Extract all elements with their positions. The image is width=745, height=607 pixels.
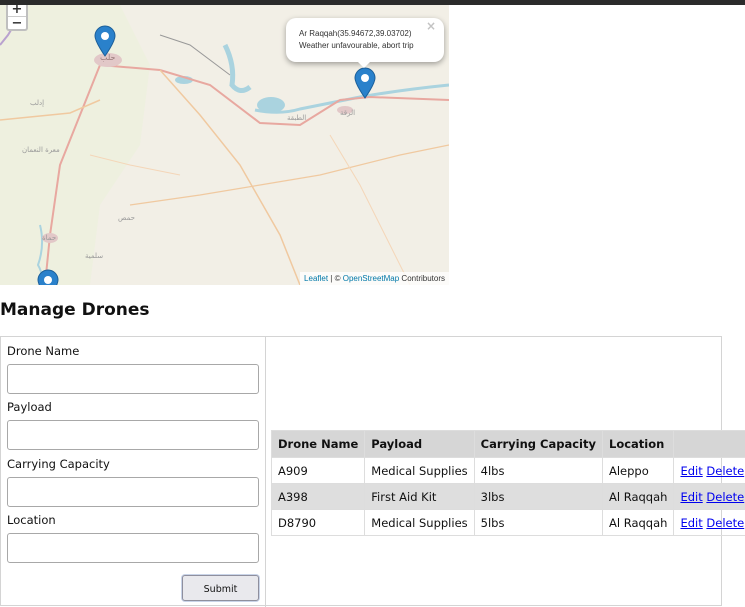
payload-label: Payload: [7, 400, 52, 414]
cell-drone-name: A909: [272, 458, 365, 484]
osm-link[interactable]: OpenStreetMap: [343, 274, 399, 283]
cell-drone-name: D8790: [272, 510, 365, 536]
zoom-out-button[interactable]: −: [8, 17, 26, 30]
cell-payload: First Aid Kit: [365, 484, 474, 510]
cell-actions: Edit Delete: [674, 484, 745, 510]
table-row: A909 Medical Supplies 4lbs Aleppo Edit D…: [272, 458, 745, 484]
map-label-hama: حماة: [42, 234, 56, 242]
cell-capacity: 3lbs: [474, 484, 602, 510]
map-pin-icon: [354, 67, 376, 99]
delete-link[interactable]: Delete: [706, 516, 744, 530]
carrying-capacity-input[interactable]: [7, 477, 259, 507]
map-popup: Ar Raqqah(35.94672,39.03702) Weather unf…: [286, 18, 444, 62]
map-label-raqqa: الرقة: [340, 109, 355, 117]
cell-location: Al Raqqah: [603, 510, 674, 536]
cell-payload: Medical Supplies: [365, 458, 474, 484]
cell-actions: Edit Delete: [674, 458, 745, 484]
col-drone-name: Drone Name: [272, 431, 365, 458]
col-location: Location: [603, 431, 674, 458]
zoom-control: + −: [6, 5, 28, 31]
map-label-tabqa: الطبقة: [287, 114, 306, 122]
map-pin-icon: [37, 269, 59, 285]
map-marker-hama[interactable]: [37, 269, 59, 285]
table-row: A398 First Aid Kit 3lbs Al Raqqah Edit D…: [272, 484, 745, 510]
payload-input[interactable]: [7, 420, 259, 450]
edit-link[interactable]: Edit: [680, 464, 702, 478]
map-label-homs: حمص: [118, 214, 135, 222]
edit-link[interactable]: Edit: [680, 516, 702, 530]
map-attribution: Leaflet | © OpenStreetMap Contributors: [300, 272, 449, 285]
map-marker-aleppo[interactable]: [94, 25, 116, 57]
cell-location: Aleppo: [603, 458, 674, 484]
col-carrying-capacity: Carrying Capacity: [474, 431, 602, 458]
drone-form: Drone Name Payload Carrying Capacity Loc…: [1, 337, 266, 607]
delete-link[interactable]: Delete: [706, 490, 744, 504]
drones-table: Drone Name Payload Carrying Capacity Loc…: [271, 430, 745, 536]
cell-actions: Edit Delete: [674, 510, 745, 536]
attribution-separator: | ©: [328, 274, 343, 283]
map-label-salamiyah: سلمية: [85, 252, 103, 260]
table-row: D8790 Medical Supplies 5lbs Al Raqqah Ed…: [272, 510, 745, 536]
col-actions: [674, 431, 745, 458]
leaflet-link[interactable]: Leaflet: [304, 274, 328, 283]
map-label-maarat: معرة النعمان: [22, 146, 60, 154]
popup-tip: [356, 60, 372, 68]
drone-name-input[interactable]: [7, 364, 259, 394]
drone-name-label: Drone Name: [7, 344, 79, 358]
carrying-capacity-label: Carrying Capacity: [7, 457, 110, 471]
cell-payload: Medical Supplies: [365, 510, 474, 536]
submit-button[interactable]: Submit: [182, 575, 259, 601]
table-header-row: Drone Name Payload Carrying Capacity Loc…: [272, 431, 745, 458]
popup-close-icon[interactable]: ×: [426, 19, 436, 33]
location-label: Location: [7, 513, 56, 527]
attribution-contributors: Contributors: [399, 274, 445, 283]
cell-capacity: 4lbs: [474, 458, 602, 484]
edit-link[interactable]: Edit: [680, 490, 702, 504]
map-marker-ar-raqqah[interactable]: [354, 67, 376, 99]
popup-message: Weather unfavourable, abort trip: [299, 40, 444, 52]
map-pin-icon: [94, 25, 116, 57]
col-payload: Payload: [365, 431, 474, 458]
page-title: Manage Drones: [0, 300, 150, 320]
map-label-idlib: إدلب: [30, 99, 44, 107]
delete-link[interactable]: Delete: [706, 464, 744, 478]
cell-capacity: 5lbs: [474, 510, 602, 536]
popup-location: Ar Raqqah(35.94672,39.03702): [299, 28, 444, 40]
cell-location: Al Raqqah: [603, 484, 674, 510]
cell-drone-name: A398: [272, 484, 365, 510]
location-input[interactable]: [7, 533, 259, 563]
map[interactable]: حلب إدلب معرة النعمان حماة سلمية حمص الط…: [0, 5, 449, 285]
